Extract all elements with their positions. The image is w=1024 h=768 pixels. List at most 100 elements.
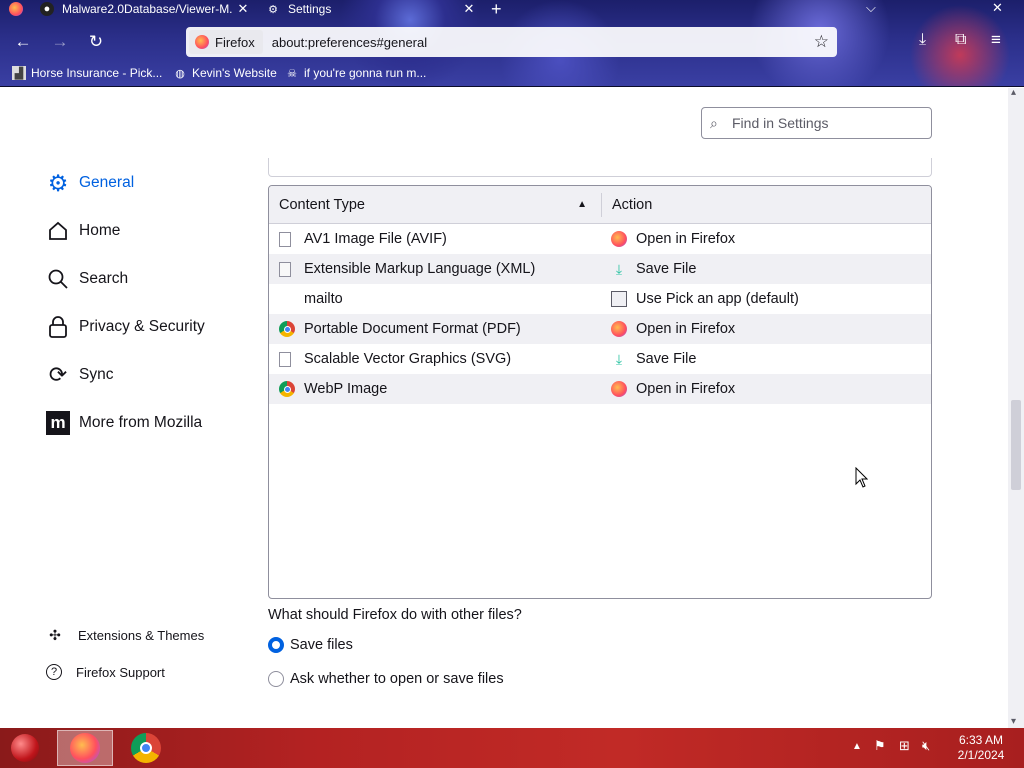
identity-box[interactable]: Firefox xyxy=(189,30,263,54)
tab-title: Settings xyxy=(288,2,332,16)
file-icon xyxy=(279,351,291,367)
sidebar-item-general[interactable]: ⚙ General xyxy=(46,169,134,196)
footer-link-label: Extensions & Themes xyxy=(78,627,205,643)
github-icon: ● xyxy=(40,2,54,16)
content-type-cell: Scalable Vector Graphics (SVG) xyxy=(304,351,512,367)
bookmark-label: Horse Insurance - Pick... xyxy=(31,66,163,80)
sidebar-item-sync[interactable]: ⟳ Sync xyxy=(46,362,114,387)
previous-section-edge xyxy=(268,158,932,177)
clock-time: 6:33 AM xyxy=(958,733,1004,747)
content-type-cell: Extensible Markup Language (XML) xyxy=(304,261,536,277)
content-type-cell: mailto xyxy=(304,291,343,307)
bookmark-horse[interactable]: ▟ Horse Insurance - Pick... xyxy=(12,64,162,82)
back-button[interactable]: ← xyxy=(10,30,36,54)
flag-icon[interactable]: ⚑ xyxy=(874,738,886,754)
ask-files-radio[interactable]: Ask whether to open or save files xyxy=(268,671,504,687)
action-column-header[interactable]: Action xyxy=(602,197,652,213)
url-bar[interactable]: Firefox about:preferences#general ☆ xyxy=(186,27,837,57)
ornament-icon xyxy=(11,734,39,762)
close-tab-icon[interactable]: ✕ xyxy=(236,1,250,17)
action-cell[interactable]: Save File xyxy=(636,261,696,277)
scroll-down-icon[interactable]: ▾ xyxy=(1011,716,1016,727)
file-icon xyxy=(279,231,291,247)
radio-button[interactable] xyxy=(268,671,284,687)
bookmark-skull[interactable]: ☠ if you're gonna run m... xyxy=(285,64,426,82)
mouse-cursor-icon xyxy=(855,467,868,488)
extensions-icon[interactable]: ⧉ xyxy=(955,31,966,49)
table-row[interactable]: mailto Use Pick an app (default) xyxy=(269,284,931,314)
star-icon[interactable]: ☆ xyxy=(814,32,829,52)
lock-icon xyxy=(46,315,70,339)
action-cell[interactable]: Open in Firefox xyxy=(636,231,735,247)
save-files-radio[interactable]: Save files xyxy=(268,637,353,653)
radio-label: Ask whether to open or save files xyxy=(290,671,504,687)
volume-muted-icon[interactable]: 🔇︎ xyxy=(922,738,930,754)
downloads-icon[interactable]: ⤓ xyxy=(919,31,926,49)
action-cell[interactable]: Open in Firefox xyxy=(636,321,735,337)
table-row[interactable]: Scalable Vector Graphics (SVG) ⤓ Save Fil… xyxy=(269,344,931,374)
tab-list-icon[interactable]: ⌵ xyxy=(866,0,876,16)
reload-button[interactable]: ↻ xyxy=(83,30,109,54)
file-icon xyxy=(279,261,291,277)
scroll-up-icon[interactable]: ▴ xyxy=(1011,87,1016,98)
url-text[interactable]: about:preferences#general xyxy=(272,35,427,50)
sidebar-item-search[interactable]: Search xyxy=(46,267,128,291)
skull-icon: ☠ xyxy=(287,67,297,80)
action-cell[interactable]: Save File xyxy=(636,351,696,367)
window-close-icon[interactable]: ✕ xyxy=(992,0,1003,16)
footer-link-label: Firefox Support xyxy=(76,664,165,680)
start-button[interactable] xyxy=(0,730,50,766)
close-tab-icon[interactable]: ✕ xyxy=(462,1,476,17)
firefox-support-link[interactable]: ? Firefox Support xyxy=(46,664,165,680)
search-icon xyxy=(46,267,70,291)
new-tab-icon[interactable]: + xyxy=(491,0,502,20)
taskbar: ▲ ⚑ ⊞ 🔇︎ 6:33 AM 2/1/2024 xyxy=(0,728,1024,768)
table-row[interactable]: AV1 Image File (AVIF) Open in Firefox xyxy=(269,224,931,254)
search-placeholder: Find in Settings xyxy=(732,115,829,131)
action-cell[interactable]: Use Pick an app (default) xyxy=(636,291,799,307)
firefox-icon xyxy=(611,231,627,247)
clock[interactable]: 6:33 AM 2/1/2024 xyxy=(950,733,1012,763)
bookmark-kevin[interactable]: ◍ Kevin's Website xyxy=(173,64,277,82)
home-icon xyxy=(46,219,70,243)
puzzle-icon: ✣ xyxy=(49,626,61,643)
app-icon xyxy=(611,291,627,307)
gear-icon: ⚙ xyxy=(47,169,69,196)
firefox-icon xyxy=(195,35,209,49)
sidebar-item-mozilla[interactable]: m More from Mozilla xyxy=(46,411,202,435)
table-row[interactable]: WebP Image Open in Firefox xyxy=(269,374,931,404)
firefox-menu-icon[interactable] xyxy=(9,2,23,16)
action-cell[interactable]: Open in Firefox xyxy=(636,381,735,397)
sidebar-item-privacy[interactable]: Privacy & Security xyxy=(46,315,205,339)
content-type-column-header[interactable]: Content Type ▲ xyxy=(269,192,602,217)
taskbar-firefox[interactable] xyxy=(57,730,113,766)
help-icon: ? xyxy=(46,664,62,680)
sidebar-item-label: Home xyxy=(79,222,121,239)
settings-page: ⌕ Find in Settings ⚙ General Home Search… xyxy=(0,88,1008,728)
taskbar-chrome[interactable] xyxy=(118,730,174,766)
bookmark-label: if you're gonna run m... xyxy=(304,66,427,80)
blank-icon xyxy=(279,291,295,307)
bookmark-label: Kevin's Website xyxy=(192,66,277,80)
menu-icon[interactable]: ≡ xyxy=(991,30,1001,50)
tray-expand-icon[interactable]: ▲ xyxy=(852,741,862,752)
table-row[interactable]: Extensible Markup Language (XML) ⤓ Save F… xyxy=(269,254,931,284)
sidebar-item-home[interactable]: Home xyxy=(46,219,120,243)
table-row[interactable]: Portable Document Format (PDF) Open in F… xyxy=(269,314,931,344)
content-type-cell: WebP Image xyxy=(304,381,388,397)
scrollbar-thumb[interactable] xyxy=(1011,400,1021,490)
network-icon[interactable]: ⊞ xyxy=(899,738,910,754)
sidebar-item-label: Search xyxy=(79,270,129,287)
find-in-settings[interactable]: ⌕ Find in Settings xyxy=(701,107,932,139)
radio-button[interactable] xyxy=(268,637,284,653)
firefox-icon xyxy=(611,381,627,397)
sidebar-item-label: Sync xyxy=(79,366,114,383)
forward-button[interactable]: → xyxy=(47,30,73,54)
tab-settings[interactable]: ⚙ Settings ✕ xyxy=(266,0,476,18)
firefox-icon xyxy=(611,321,627,337)
tab-github[interactable]: ● Malware2.0Database/Viewer-M... ✕ xyxy=(40,0,250,18)
radio-label: Save files xyxy=(290,637,353,653)
search-icon: ⌕ xyxy=(710,114,718,131)
table-header: Content Type ▲ Action xyxy=(269,186,931,224)
extensions-themes-link[interactable]: ✣ Extensions & Themes xyxy=(46,626,204,644)
